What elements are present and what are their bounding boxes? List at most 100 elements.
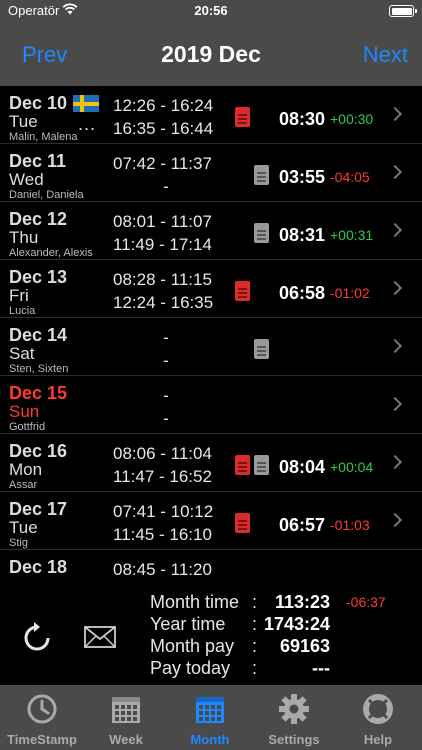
gear-icon bbox=[279, 694, 309, 724]
day-row[interactable]: Dec 15 Sun Gottfrid - - bbox=[0, 376, 422, 434]
chevron-right-icon bbox=[387, 396, 403, 412]
day-name-days: Daniel, Daniela bbox=[9, 189, 84, 201]
tab-week[interactable]: Week bbox=[84, 685, 168, 750]
more-icon[interactable]: ... bbox=[78, 114, 96, 135]
day-list[interactable]: Dec 10 Tue Malin, Malena... 12:26 - 16:24 16… bbox=[0, 86, 422, 578]
tab-help[interactable]: Help bbox=[336, 685, 420, 750]
month-time-label: Month time bbox=[150, 592, 240, 612]
page-title: 2019 Dec bbox=[161, 41, 261, 67]
tab-month[interactable]: Month bbox=[168, 685, 252, 750]
day-diff: +00:31 bbox=[330, 227, 374, 243]
day-date: Dec 18 bbox=[9, 557, 68, 577]
day-row[interactable]: Dec 10 Tue Malin, Malena... 12:26 - 16:24 16… bbox=[0, 86, 422, 144]
time-interval-1: 12:26 - 16:24 bbox=[113, 96, 214, 115]
day-weekday: Thu bbox=[9, 228, 39, 247]
month-pay-value: 69163 bbox=[279, 636, 330, 656]
colon: : bbox=[252, 592, 258, 612]
day-total-time: 08:31 bbox=[279, 225, 326, 245]
tab-bar: TimeStamp Week Month Settings Help bbox=[0, 685, 422, 750]
month-calendar-icon bbox=[196, 697, 224, 723]
chevron-right-icon bbox=[387, 280, 403, 296]
time-interval-1: 08:28 - 11:15 bbox=[113, 270, 212, 289]
note-icon[interactable] bbox=[235, 455, 250, 475]
note-icon[interactable] bbox=[254, 455, 269, 475]
chevron-right-icon bbox=[387, 106, 403, 122]
year-time-label: Year time bbox=[150, 614, 226, 634]
day-name-days: Gottfrid bbox=[9, 421, 46, 433]
day-total-time: 08:04 bbox=[279, 457, 326, 477]
time-interval-1: 07:41 - 10:12 bbox=[113, 502, 214, 521]
time-interval-2: - bbox=[163, 177, 169, 196]
day-date: Dec 15 bbox=[9, 383, 68, 403]
tab-label: Week bbox=[109, 732, 143, 747]
day-name-days: Malin, Malena bbox=[9, 131, 78, 143]
time-interval-2: 11:45 - 16:10 bbox=[113, 525, 212, 544]
note-icon[interactable] bbox=[254, 223, 269, 243]
lifebuoy-icon bbox=[363, 694, 393, 724]
day-row[interactable]: Dec 13 Fri Lucia 08:28 - 11:15 12:24 - 16:35… bbox=[0, 260, 422, 318]
tab-label: Month bbox=[190, 732, 230, 747]
day-total-time: 06:57 bbox=[279, 515, 326, 535]
day-date: Dec 13 bbox=[9, 267, 68, 287]
day-weekday: Wed bbox=[9, 170, 44, 189]
note-icon[interactable] bbox=[235, 107, 250, 127]
day-total-time: 08:30 bbox=[279, 109, 326, 129]
day-date: Dec 16 bbox=[9, 441, 68, 461]
week-calendar-icon bbox=[112, 697, 140, 723]
day-row[interactable]: Dec 16 Mon Assar 08:06 - 11:04 11:47 - 16:52… bbox=[0, 434, 422, 492]
status-bar: Operatör 20:56 bbox=[0, 0, 422, 24]
time-interval-2: - bbox=[163, 351, 169, 370]
tab-settings[interactable]: Settings bbox=[252, 685, 336, 750]
day-row[interactable]: Dec 17 Tue Stig 07:41 - 10:12 11:45 - 16:10 0… bbox=[0, 492, 422, 550]
day-name-days: Lucia bbox=[9, 305, 36, 317]
day-diff: +00:04 bbox=[330, 459, 374, 475]
month-pay-label: Month pay bbox=[150, 636, 235, 656]
day-row[interactable]: Dec 11 Wed Daniel, Daniela 07:42 - 11:37 - 03… bbox=[0, 144, 422, 202]
day-row[interactable]: Dec 14 Sat Sten, Sixten - - bbox=[0, 318, 422, 376]
note-icon[interactable] bbox=[235, 513, 250, 533]
nav-bar: Prev 2019 Dec Next bbox=[0, 24, 422, 86]
day-name-days: Sten, Sixten bbox=[9, 363, 69, 375]
day-weekday: Sat bbox=[9, 344, 35, 363]
time-interval-1: - bbox=[163, 328, 169, 347]
time-interval-2: 12:24 - 16:35 bbox=[113, 293, 214, 312]
pay-today-label: Pay today bbox=[150, 658, 231, 678]
day-date: Dec 12 bbox=[9, 209, 68, 229]
day-row[interactable]: Dec 12 Thu Alexander, Alexis 08:01 - 11:07 1… bbox=[0, 202, 422, 260]
clock-icon bbox=[27, 694, 57, 724]
day-diff: -01:02 bbox=[330, 285, 370, 301]
refresh-icon[interactable] bbox=[20, 621, 54, 655]
year-time-value: 1743:24 bbox=[263, 614, 330, 634]
day-total-time: 06:58 bbox=[279, 283, 326, 303]
day-date: Dec 17 bbox=[9, 499, 68, 519]
day-name-days: Stig bbox=[9, 537, 28, 549]
day-date: Dec 14 bbox=[9, 325, 68, 345]
day-weekday: Mon bbox=[9, 460, 43, 479]
note-icon[interactable] bbox=[235, 281, 250, 301]
note-icon[interactable] bbox=[254, 165, 269, 185]
colon: : bbox=[252, 658, 258, 678]
day-date: Dec 10 bbox=[9, 93, 68, 113]
day-diff: -01:03 bbox=[330, 517, 370, 533]
month-time-value: 113:23 bbox=[274, 592, 330, 612]
note-icon[interactable] bbox=[254, 339, 269, 359]
tab-label: Help bbox=[363, 732, 393, 747]
chevron-right-icon bbox=[387, 454, 403, 470]
chevron-right-icon bbox=[387, 338, 403, 354]
day-name-days: Alexander, Alexis bbox=[9, 247, 93, 259]
day-row[interactable]: Dec 18 08:45 - 11:20 bbox=[0, 550, 422, 578]
next-button[interactable]: Next bbox=[363, 42, 408, 68]
time-interval-1: 08:06 - 11:04 bbox=[113, 444, 212, 463]
colon: : bbox=[252, 636, 258, 656]
mail-icon[interactable] bbox=[84, 626, 116, 648]
time-interval-1: - bbox=[163, 386, 169, 405]
time-interval-1: 07:42 - 11:37 bbox=[113, 154, 212, 173]
month-time-diff: -06:37 bbox=[346, 594, 386, 610]
chevron-right-icon bbox=[387, 222, 403, 238]
tab-label: Settings bbox=[268, 732, 320, 747]
day-date: Dec 11 bbox=[9, 151, 67, 171]
tab-timestamp[interactable]: TimeStamp bbox=[0, 685, 84, 750]
day-diff: +00:30 bbox=[330, 111, 374, 127]
day-weekday: Fri bbox=[9, 286, 29, 305]
colon: : bbox=[252, 614, 258, 634]
